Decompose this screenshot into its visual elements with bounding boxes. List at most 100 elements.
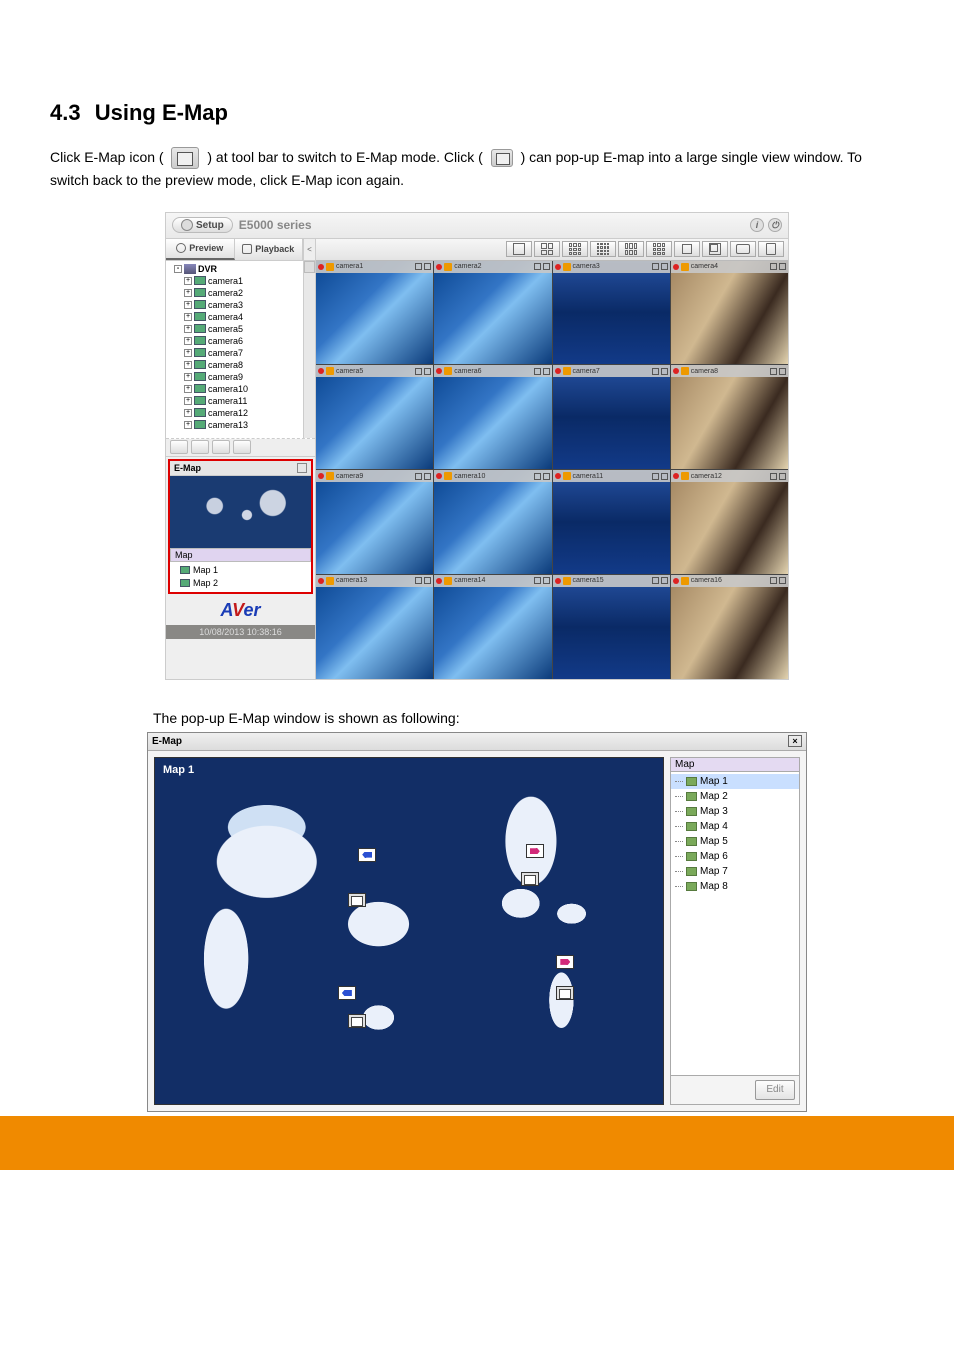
emap-list[interactable]: Map 1Map 2 xyxy=(170,562,311,592)
speaker-icon[interactable] xyxy=(770,473,777,480)
tree-item-camera[interactable]: +camera7 xyxy=(168,347,313,359)
tree-item-camera[interactable]: +camera12 xyxy=(168,407,313,419)
tree-scrollbar[interactable] xyxy=(303,261,315,438)
map-marker-dvr-4[interactable] xyxy=(556,986,578,1004)
tree-expand-icon[interactable]: + xyxy=(184,301,192,309)
map-list-item[interactable]: Map 1 xyxy=(671,774,799,789)
tree-expand-icon[interactable]: + xyxy=(184,409,192,417)
map-list-item[interactable]: Map 8 xyxy=(671,879,799,894)
speaker-icon[interactable] xyxy=(652,577,659,584)
mic-icon[interactable] xyxy=(779,263,786,270)
map-marker-relay-2[interactable] xyxy=(556,955,578,973)
camera-cell[interactable]: camera1 xyxy=(316,261,433,365)
camera-cell[interactable]: camera13 xyxy=(316,575,433,679)
tree-item-camera[interactable]: +camera9 xyxy=(168,371,313,383)
speaker-icon[interactable] xyxy=(770,577,777,584)
speaker-icon[interactable] xyxy=(770,263,777,270)
layout-4x4-button[interactable] xyxy=(590,241,616,257)
map-marker-dvr-1[interactable] xyxy=(348,893,370,911)
map-marker-dvr-3[interactable] xyxy=(348,1014,370,1032)
tree-item-camera[interactable]: +camera13 xyxy=(168,419,313,431)
speaker-icon[interactable] xyxy=(534,263,541,270)
mic-icon[interactable] xyxy=(661,577,668,584)
camera-cell[interactable]: camera2 xyxy=(434,261,551,365)
camera-cell[interactable]: camera8 xyxy=(671,365,788,469)
camera-cell[interactable]: camera7 xyxy=(553,365,670,469)
camera-cell[interactable]: camera14 xyxy=(434,575,551,679)
tree-expand-icon[interactable]: + xyxy=(184,289,192,297)
tree-expand-icon[interactable]: + xyxy=(184,397,192,405)
map-list-item[interactable]: Map 5 xyxy=(671,834,799,849)
speaker-icon[interactable] xyxy=(534,368,541,375)
power-icon[interactable]: ⏻ xyxy=(768,218,782,232)
fullscreen-button[interactable] xyxy=(702,241,728,257)
tree-item-camera[interactable]: +camera6 xyxy=(168,335,313,347)
mic-icon[interactable] xyxy=(424,577,431,584)
mic-icon[interactable] xyxy=(543,263,550,270)
speaker-icon[interactable] xyxy=(415,368,422,375)
mic-icon[interactable] xyxy=(424,368,431,375)
mic-icon[interactable] xyxy=(543,473,550,480)
mic-icon[interactable] xyxy=(661,263,668,270)
emap-map-list[interactable]: Map 1Map 2Map 3Map 4Map 5Map 6Map 7Map 8 xyxy=(670,772,800,1076)
map-list-item[interactable]: Map 4 xyxy=(671,819,799,834)
tree-item-camera[interactable]: +camera8 xyxy=(168,359,313,371)
camera-cell[interactable]: camera3 xyxy=(553,261,670,365)
tree-item-camera[interactable]: +camera1 xyxy=(168,275,313,287)
speaker-icon[interactable] xyxy=(652,473,659,480)
camera-cell[interactable]: camera16 xyxy=(671,575,788,679)
tool-button-1[interactable] xyxy=(170,440,188,454)
layout-3x3-button[interactable] xyxy=(562,241,588,257)
mic-icon[interactable] xyxy=(661,368,668,375)
tree-item-camera[interactable]: +camera3 xyxy=(168,299,313,311)
tree-expand-icon[interactable]: + xyxy=(184,325,192,333)
layout-2x2-button[interactable] xyxy=(534,241,560,257)
layout-mix-button[interactable] xyxy=(646,241,672,257)
layout-1x1-button[interactable] xyxy=(506,241,532,257)
layout-more-button[interactable] xyxy=(674,241,700,257)
tree-item-camera[interactable]: +camera5 xyxy=(168,323,313,335)
speaker-icon[interactable] xyxy=(415,473,422,480)
tool-button-4[interactable] xyxy=(233,440,251,454)
map-list-item[interactable]: Map 2 xyxy=(671,789,799,804)
map-marker-sensor-1[interactable] xyxy=(358,848,380,866)
emap-list-item[interactable]: Map 1 xyxy=(172,564,309,577)
tree-item-camera[interactable]: +camera2 xyxy=(168,287,313,299)
tree-expand-icon[interactable]: + xyxy=(184,337,192,345)
tab-preview[interactable]: Preview xyxy=(166,239,235,260)
mic-icon[interactable] xyxy=(779,473,786,480)
camera-cell[interactable]: camera6 xyxy=(434,365,551,469)
map-list-item[interactable]: Map 7 xyxy=(671,864,799,879)
mic-icon[interactable] xyxy=(543,368,550,375)
tree-expand-icon[interactable]: + xyxy=(184,361,192,369)
mic-icon[interactable] xyxy=(779,368,786,375)
tab-playback[interactable]: Playback xyxy=(235,239,304,260)
map-marker-sensor-2[interactable] xyxy=(338,986,360,1004)
speaker-icon[interactable] xyxy=(770,368,777,375)
snapshot-button[interactable] xyxy=(730,241,756,257)
tree-expand-icon[interactable]: + xyxy=(184,385,192,393)
tree-expand-icon[interactable]: + xyxy=(184,373,192,381)
layout-6-button[interactable] xyxy=(618,241,644,257)
camera-cell[interactable]: camera10 xyxy=(434,470,551,574)
emap-popout-icon[interactable] xyxy=(297,463,307,473)
tree-item-camera[interactable]: +camera10 xyxy=(168,383,313,395)
camera-cell[interactable]: camera11 xyxy=(553,470,670,574)
trash-button[interactable] xyxy=(758,241,784,257)
close-icon[interactable]: × xyxy=(788,735,802,747)
emap-toggle-button[interactable] xyxy=(191,440,209,454)
mic-icon[interactable] xyxy=(661,473,668,480)
tree-collapse-icon[interactable]: - xyxy=(174,265,182,273)
emap-list-item[interactable]: Map 2 xyxy=(172,577,309,590)
speaker-icon[interactable] xyxy=(534,473,541,480)
collapse-sidebar-button[interactable]: < xyxy=(303,239,315,260)
map-marker-relay-1[interactable] xyxy=(526,844,548,862)
mic-icon[interactable] xyxy=(543,577,550,584)
speaker-icon[interactable] xyxy=(415,263,422,270)
tool-button-3[interactable] xyxy=(212,440,230,454)
tree-expand-icon[interactable]: + xyxy=(184,277,192,285)
mic-icon[interactable] xyxy=(779,577,786,584)
tree-expand-icon[interactable]: + xyxy=(184,421,192,429)
camera-cell[interactable]: camera12 xyxy=(671,470,788,574)
map-list-item[interactable]: Map 3 xyxy=(671,804,799,819)
